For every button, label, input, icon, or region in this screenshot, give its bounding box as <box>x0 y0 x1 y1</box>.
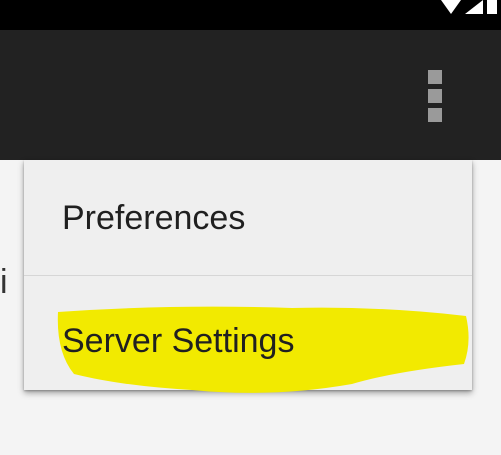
menu-item-label: Preferences <box>62 199 246 237</box>
battery-icon <box>487 0 497 14</box>
overflow-menu: Preferences Server Settings <box>24 160 472 393</box>
menu-item-label: Server Settings <box>62 322 295 360</box>
status-icons <box>421 0 501 14</box>
wifi-icon <box>441 0 461 14</box>
more-vert-icon[interactable] <box>428 70 442 122</box>
menu-item-preferences[interactable]: Preferences <box>24 160 472 275</box>
background-text: i <box>0 263 8 301</box>
app-bar <box>0 30 501 160</box>
menu-item-server-settings[interactable]: Server Settings <box>24 276 472 393</box>
status-bar <box>0 0 501 30</box>
signal-icon <box>465 0 483 14</box>
